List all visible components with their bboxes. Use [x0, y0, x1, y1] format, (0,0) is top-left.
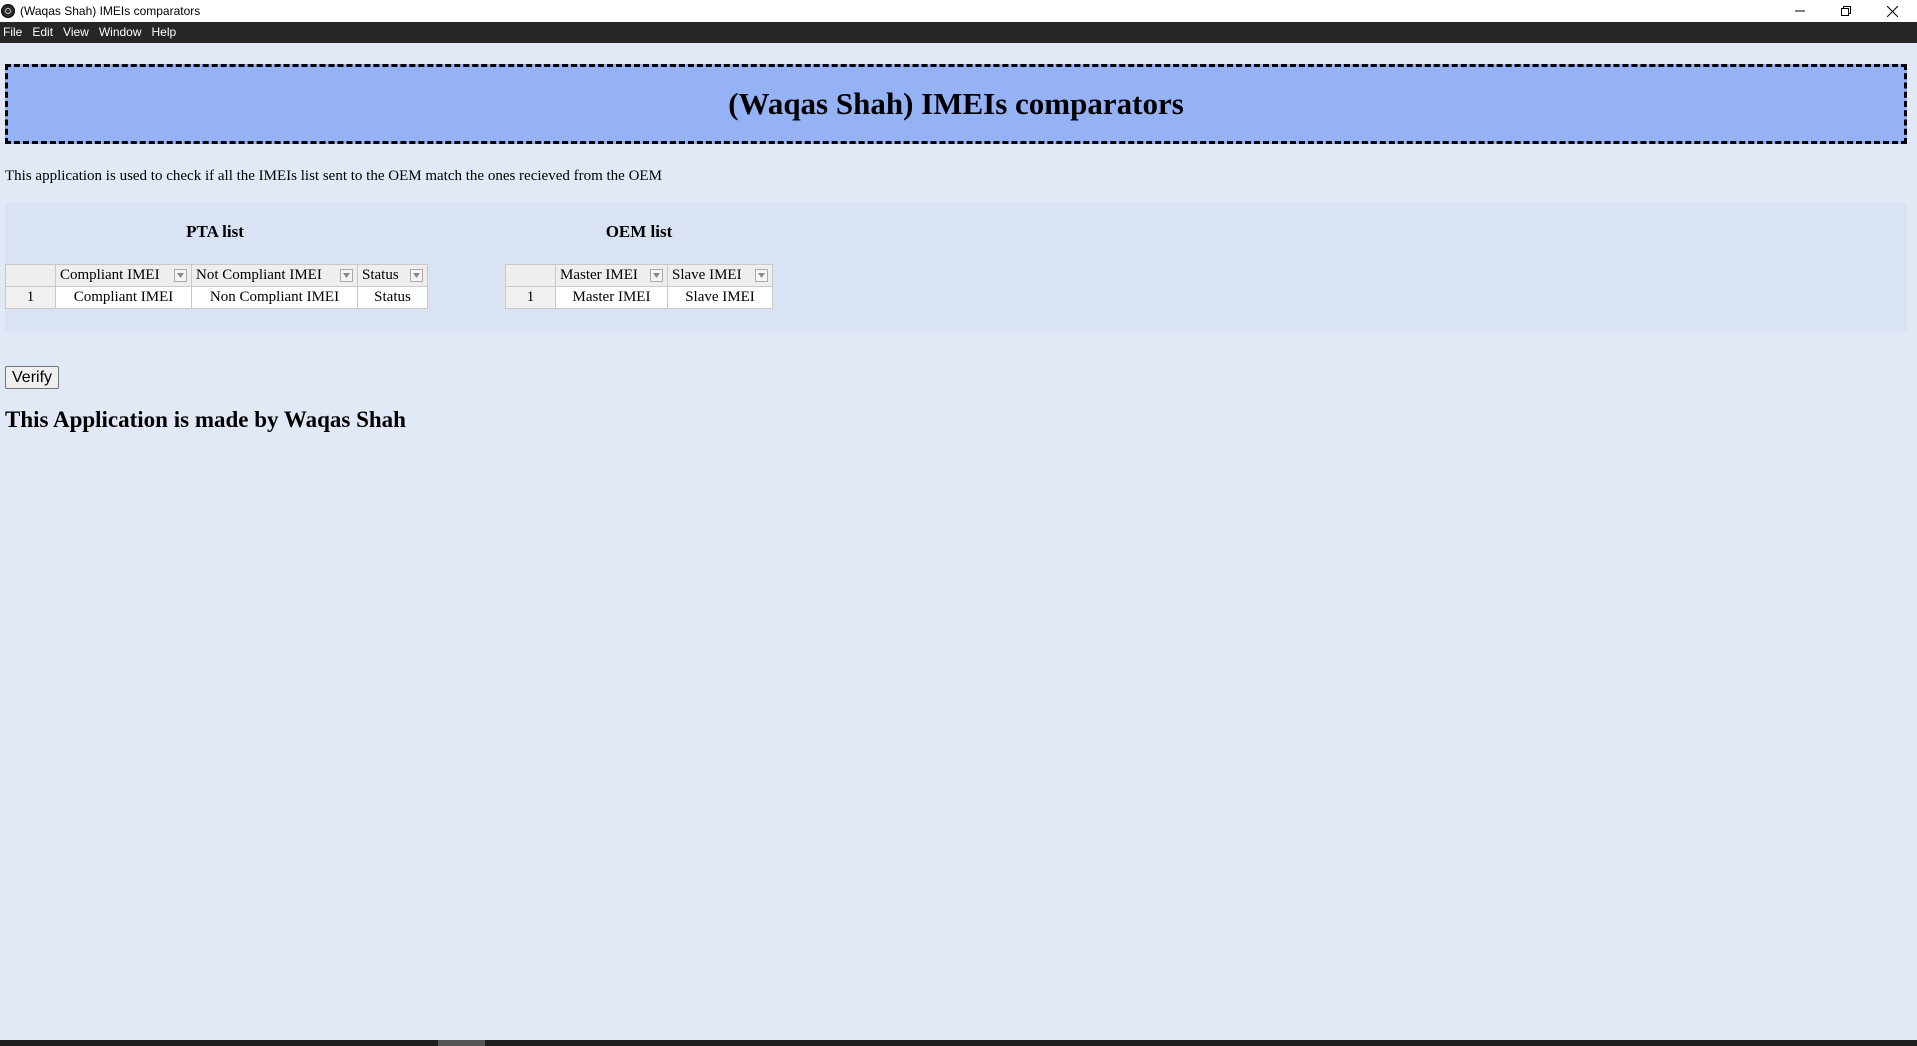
verify-button[interactable]: Verify: [5, 366, 60, 389]
taskbar-active-item[interactable]: [438, 1040, 485, 1046]
tables-panel: PTA list Compliant IMEI Not Compliant IM…: [5, 203, 1907, 332]
oem-list-title: OEM list: [605, 222, 673, 241]
restore-icon: [1841, 6, 1851, 16]
table-row: 1 Compliant IMEI Non Compliant IMEI Stat…: [5, 286, 428, 309]
row-number: 1: [505, 286, 556, 309]
window-title: (Waqas Shah) IMEIs comparators: [20, 4, 201, 18]
oem-column-label: Slave IMEI: [672, 267, 742, 283]
filter-dropdown-icon[interactable]: [340, 269, 353, 282]
row-number: 1: [5, 286, 56, 309]
oem-table: Master IMEI Slave IMEI 1 Master IMEI Sla…: [505, 264, 773, 309]
menubar: File Edit View Window Help: [0, 22, 1917, 43]
table-cell[interactable]: Slave IMEI: [667, 286, 773, 309]
table-row: 1 Master IMEI Slave IMEI: [505, 286, 773, 309]
table-cell[interactable]: Master IMEI: [555, 286, 668, 309]
pta-column-header: Not Compliant IMEI: [191, 264, 358, 287]
pta-column-label: Not Compliant IMEI: [196, 267, 322, 283]
close-button[interactable]: [1869, 0, 1915, 22]
filter-dropdown-icon[interactable]: [650, 269, 663, 282]
header-banner: (Waqas Shah) IMEIs comparators: [5, 64, 1907, 144]
pta-column-label: Status: [362, 267, 399, 283]
oem-row-header-corner: [505, 264, 556, 287]
oem-column-header: Slave IMEI: [667, 264, 773, 287]
pta-list-title: PTA list: [186, 222, 244, 241]
menu-window[interactable]: Window: [95, 22, 148, 43]
close-icon: [1886, 5, 1898, 17]
filter-dropdown-icon[interactable]: [755, 269, 768, 282]
window-titlebar: (Waqas Shah) IMEIs comparators: [0, 0, 1917, 22]
table-cell[interactable]: Status: [357, 286, 428, 309]
taskbar: [0, 1040, 1917, 1046]
table-cell[interactable]: Compliant IMEI: [55, 286, 192, 309]
pta-column-label: Compliant IMEI: [60, 267, 160, 283]
filter-dropdown-icon[interactable]: [410, 269, 423, 282]
minimize-icon: [1795, 10, 1805, 12]
oem-column-header: Master IMEI: [555, 264, 668, 287]
oem-column-label: Master IMEI: [560, 267, 638, 283]
description-text: This application is used to check if all…: [5, 168, 662, 184]
pta-column-header: Status: [357, 264, 428, 287]
pta-row-header-corner: [5, 264, 56, 287]
filter-dropdown-icon[interactable]: [174, 269, 187, 282]
menu-edit[interactable]: Edit: [28, 22, 59, 43]
menu-help[interactable]: Help: [148, 22, 183, 43]
minimize-button[interactable]: [1777, 0, 1823, 22]
page-title: (Waqas Shah) IMEIs comparators: [728, 86, 1184, 121]
menu-file[interactable]: File: [0, 22, 28, 43]
table-cell[interactable]: Non Compliant IMEI: [191, 286, 358, 309]
pta-column-header: Compliant IMEI: [55, 264, 192, 287]
footer-credit: This Application is made by Waqas Shah: [5, 407, 406, 432]
restore-button[interactable]: [1823, 0, 1869, 22]
pta-table: Compliant IMEI Not Compliant IMEI Status…: [5, 264, 428, 309]
app-icon: [1, 4, 15, 18]
menu-view[interactable]: View: [59, 22, 95, 43]
